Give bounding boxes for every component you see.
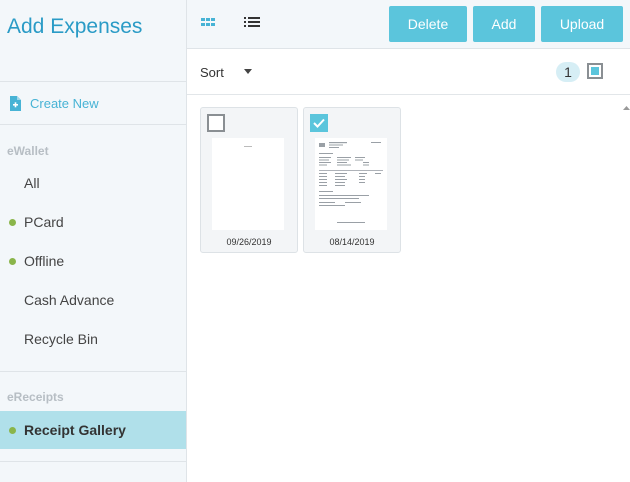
receipt-checkbox[interactable] [310, 114, 328, 132]
create-new-button[interactable]: Create New [9, 94, 99, 112]
receipt-date: 08/14/2019 [329, 237, 375, 247]
sidebar-item-pcard[interactable]: PCard [0, 204, 186, 240]
select-all-checkbox[interactable] [587, 63, 603, 79]
sidebar-item-label: Recycle Bin [24, 331, 98, 347]
receipt-document-preview [319, 142, 383, 223]
checkmark-icon [313, 118, 325, 128]
grid-view-button[interactable] [200, 14, 218, 32]
receipt-card[interactable]: 09/26/2019 [200, 107, 298, 253]
new-document-icon [10, 95, 21, 111]
sidebar-item-offline[interactable]: Offline [0, 243, 186, 279]
receipt-card[interactable]: 08/14/2019 [303, 107, 401, 253]
scrollbar-up-arrow[interactable] [623, 98, 630, 110]
page-title: Add Expenses [7, 15, 143, 38]
divider [0, 81, 186, 82]
toolbar: Delete Add Upload [187, 0, 630, 49]
status-dot [9, 426, 16, 434]
divider [0, 371, 186, 372]
ewallet-section-label: eWallet [7, 144, 49, 158]
list-icon [244, 17, 260, 27]
sidebar-item-label: Receipt Gallery [24, 422, 126, 438]
status-dot [9, 257, 16, 265]
ereceipts-section-label: eReceipts [7, 390, 64, 404]
selected-count-badge: 1 [556, 62, 580, 82]
chevron-down-icon[interactable] [244, 69, 252, 74]
sidebar-item-recycle-bin[interactable]: Recycle Bin [0, 321, 186, 357]
divider [0, 461, 186, 462]
receipt-checkbox[interactable] [207, 114, 225, 132]
sidebar: Add Expenses Create New eWallet All PCar… [0, 0, 187, 482]
sidebar-item-cash-advance[interactable]: Cash Advance [0, 282, 186, 318]
divider [0, 124, 186, 125]
receipt-date: 09/26/2019 [226, 237, 272, 247]
grid-icon [201, 18, 215, 26]
upload-button[interactable]: Upload [541, 6, 623, 42]
status-dot [9, 218, 16, 226]
chevron-up-icon [623, 106, 630, 110]
sidebar-item-label: Offline [24, 253, 65, 269]
list-view-button[interactable] [243, 14, 261, 32]
sidebar-item-label: Cash Advance [24, 292, 115, 308]
add-button[interactable]: Add [473, 6, 535, 42]
sort-dropdown[interactable]: Sort [200, 65, 224, 80]
sidebar-item-all[interactable]: All [0, 165, 186, 201]
delete-button[interactable]: Delete [389, 6, 467, 42]
sidebar-item-label: All [24, 175, 40, 191]
receipt-thumbnail [212, 138, 284, 230]
sort-bar: Sort 1 [187, 49, 630, 95]
receipt-gallery: 09/26/2019 08/14/2019 [187, 95, 623, 482]
sidebar-item-receipt-gallery[interactable]: Receipt Gallery [0, 411, 186, 449]
create-new-label: Create New [30, 95, 99, 111]
receipt-thumbnail [315, 138, 387, 230]
sidebar-item-label: PCard [24, 214, 64, 230]
